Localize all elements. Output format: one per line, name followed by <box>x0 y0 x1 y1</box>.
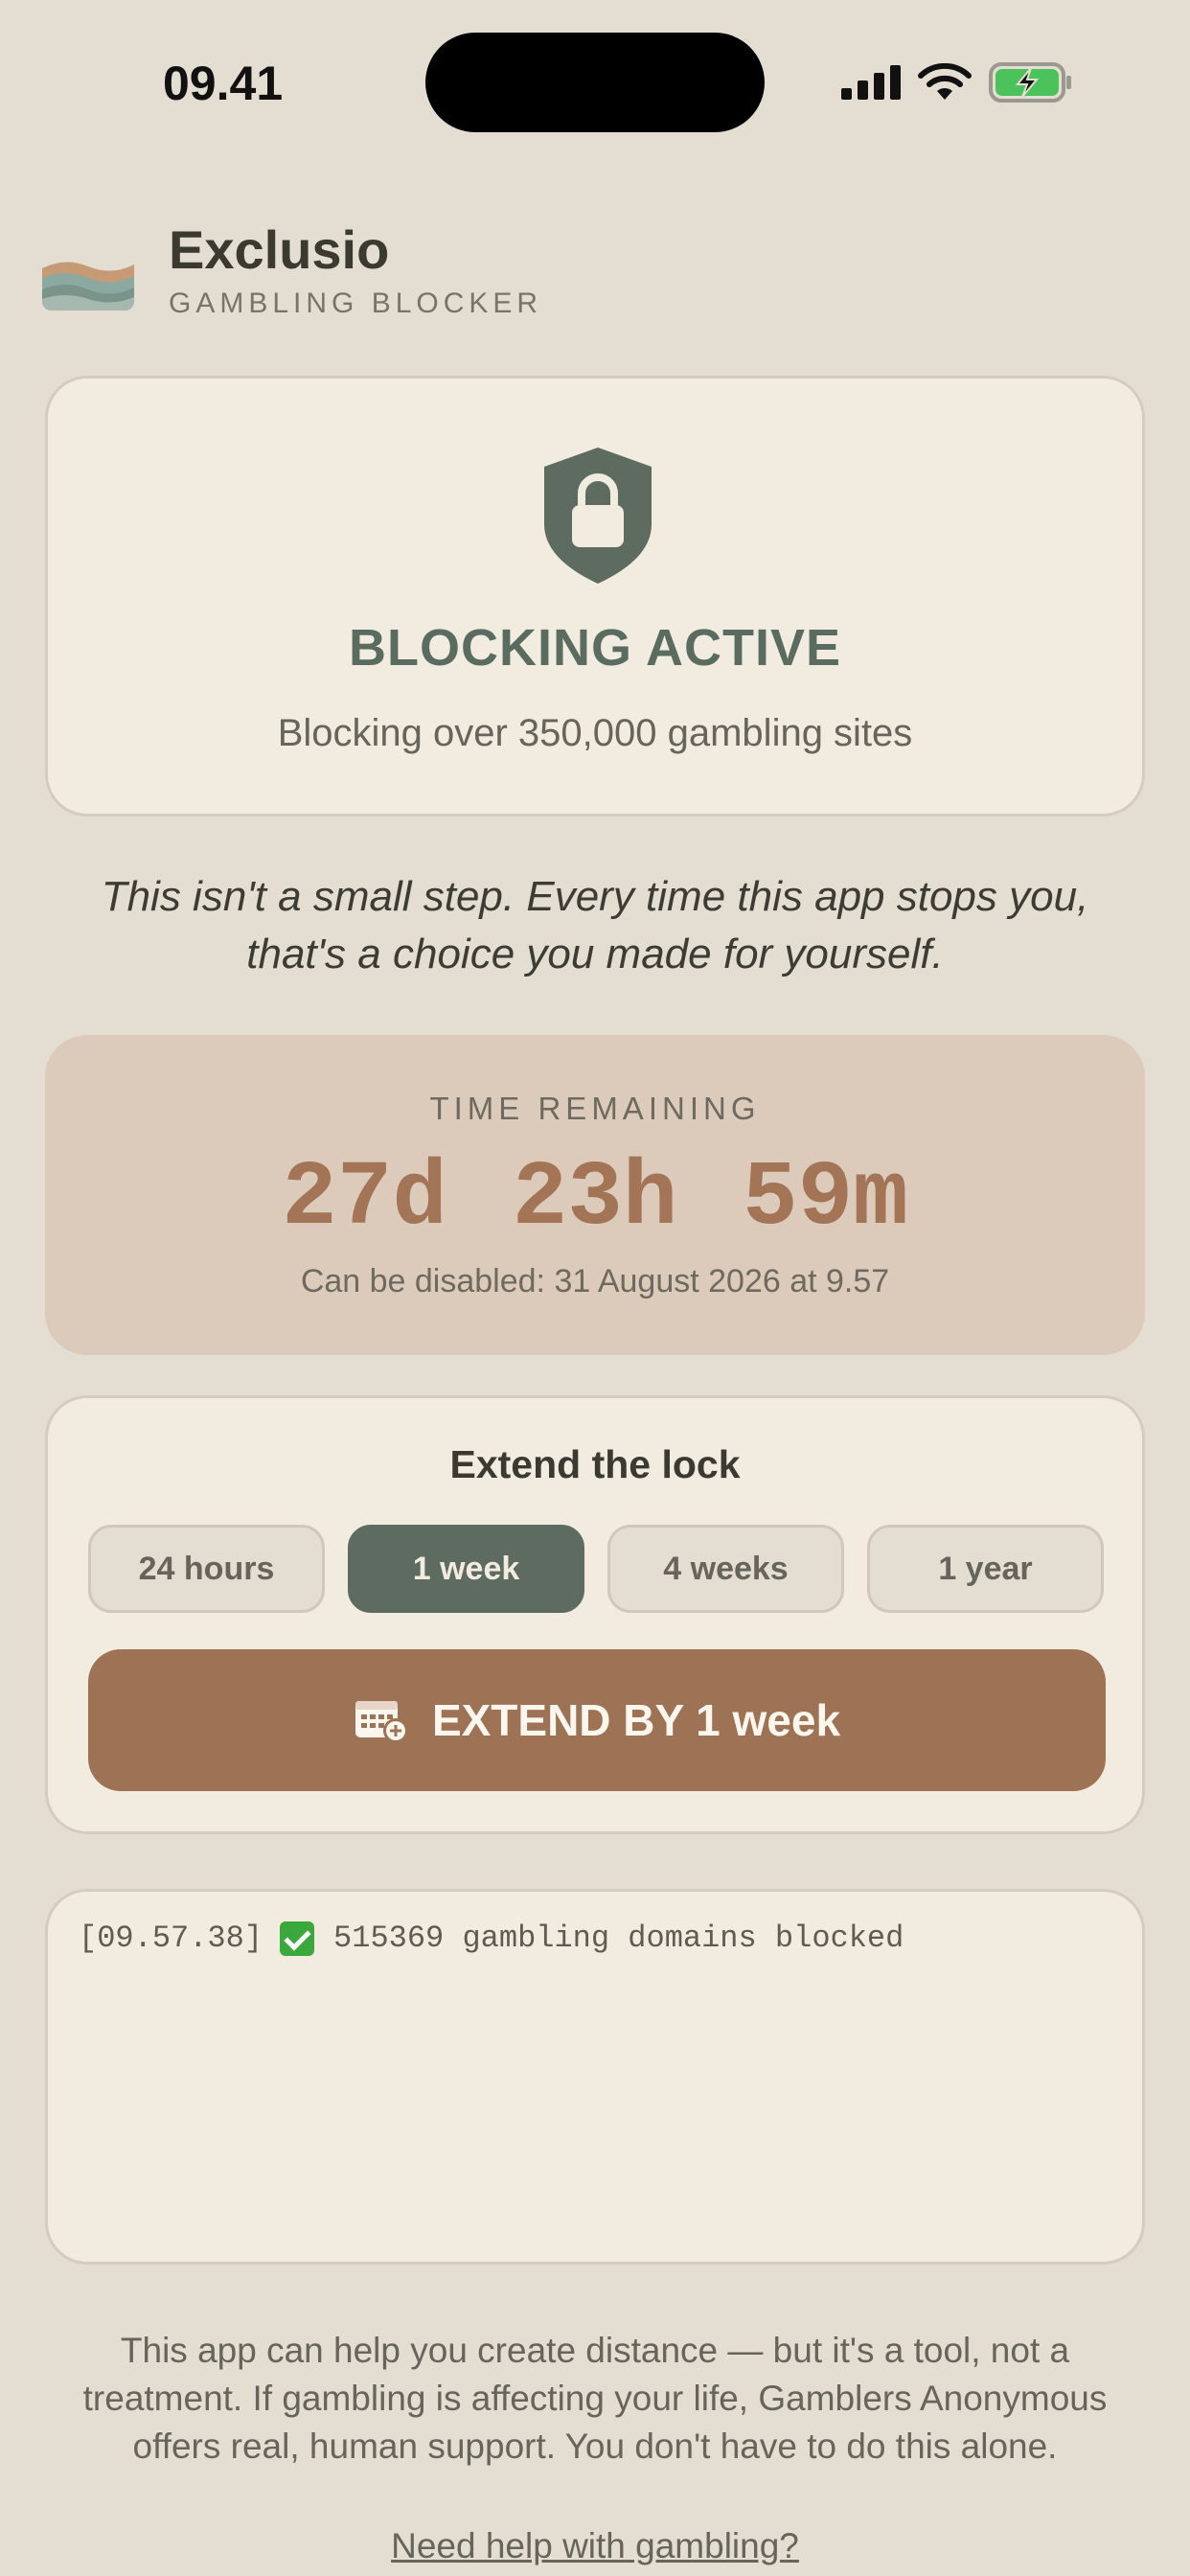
motivational-quote: This isn't a small step. Every time this… <box>101 873 1089 978</box>
duration-options: 24 hours 1 week 4 weeks 1 year <box>88 1525 1104 1613</box>
extend-title: Extend the lock <box>449 1442 741 1486</box>
calendar-add-icon <box>355 1701 408 1743</box>
waves-logo-icon <box>42 255 134 310</box>
check-mark-icon <box>280 1920 315 1956</box>
cellular-signal-icon <box>841 65 901 100</box>
log-message: 515369 gambling domains blocked <box>333 1920 904 1956</box>
extend-lock-card: Extend the lock 24 hours 1 week 4 weeks … <box>45 1395 1145 1834</box>
disclaimer-text: This app can help you create distance — … <box>82 2331 1108 2466</box>
option-24-hours[interactable]: 24 hours <box>88 1525 325 1613</box>
dynamic-island <box>425 33 765 132</box>
status-icons <box>841 59 1073 105</box>
status-title: BLOCKING ACTIVE <box>349 619 841 677</box>
option-1-week[interactable]: 1 week <box>348 1525 584 1613</box>
blocking-status-card: BLOCKING ACTIVE Blocking over 350,000 ga… <box>45 376 1145 816</box>
shield-lock-icon <box>544 448 652 584</box>
status-bar: 09.41 <box>0 0 1190 144</box>
disable-date-note: Can be disabled: 31 August 2026 at 9.57 <box>300 1263 890 1300</box>
time-remaining-label: TIME REMAINING <box>429 1091 761 1126</box>
log-timestamp: [09.57.38] <box>79 1920 263 1956</box>
log-card: [09.57.38] 515369 gambling domains block… <box>45 1889 1145 2265</box>
option-1-year[interactable]: 1 year <box>867 1525 1104 1613</box>
extend-button-label: EXTEND BY 1 week <box>431 1695 841 1745</box>
status-subtitle: Blocking over 350,000 gambling sites <box>277 712 913 754</box>
time-remaining-card: TIME REMAINING 27d 23h 59m Can be disabl… <box>45 1035 1145 1355</box>
help-link[interactable]: Need help with gambling? <box>0 2526 1190 2566</box>
app-header: Exclusio GAMBLING BLOCKER <box>42 217 1144 322</box>
app-subtitle: GAMBLING BLOCKER <box>169 288 543 319</box>
status-time: 09.41 <box>163 57 284 110</box>
app-title: Exclusio <box>169 219 390 280</box>
time-remaining-value: 27d 23h 59m <box>282 1146 908 1251</box>
wifi-icon <box>918 63 972 100</box>
extend-button[interactable]: EXTEND BY 1 week <box>88 1649 1106 1791</box>
battery-charging-icon <box>989 62 1071 103</box>
log-entry: [09.57.38] 515369 gambling domains block… <box>79 1920 904 1956</box>
option-4-weeks[interactable]: 4 weeks <box>607 1525 844 1613</box>
